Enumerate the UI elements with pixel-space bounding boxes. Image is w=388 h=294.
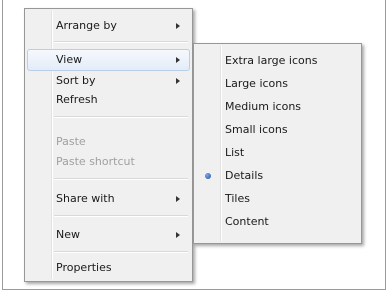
submenu-item-medium-icons[interactable]: Medium icons [196,96,359,118]
menu-separator [54,178,188,180]
menu-separator [54,41,188,43]
menu-item-share-with[interactable]: Share with [27,188,190,210]
menu-item-label: Details [225,169,264,182]
submenu-arrow-icon [176,196,180,202]
submenu-item-content[interactable]: Content [196,211,359,233]
menu-separator [54,251,188,253]
submenu-item-large-icons[interactable]: Large icons [196,73,359,95]
menu-item-label: Large icons [225,77,288,90]
context-menu: Arrange by View Sort by Refresh Paste Pa… [24,8,193,282]
menu-item-label: Properties [56,261,112,274]
menu-item-label: Content [225,215,269,228]
submenu-arrow-icon [176,78,180,84]
menu-item-label: View [56,53,83,66]
menu-item-label: List [225,146,245,159]
menu-item-label: Paste shortcut [56,155,135,168]
menu-item-label: Tiles [225,192,250,205]
menu-item-label: Refresh [56,93,98,106]
menu-separator [54,215,188,217]
menu-item-paste-shortcut[interactable]: Paste shortcut [27,151,190,173]
submenu-item-small-icons[interactable]: Small icons [196,119,359,141]
submenu-arrow-icon [176,57,180,63]
submenu-arrow-icon [176,23,180,29]
menu-item-properties[interactable]: Properties [27,257,190,279]
menu-item-refresh[interactable]: Refresh [27,89,190,111]
submenu-item-tiles[interactable]: Tiles [196,188,359,210]
radio-dot-icon [205,173,211,179]
menu-item-label: Medium icons [225,100,302,113]
menu-separator [54,116,188,118]
menu-item-label: Arrange by [56,19,117,32]
menu-item-label: Extra large icons [225,54,318,67]
submenu-item-list[interactable]: List [196,142,359,164]
submenu-item-details[interactable]: Details [196,165,359,187]
menu-item-paste[interactable]: Paste [27,131,190,153]
submenu-item-extra-large-icons[interactable]: Extra large icons [196,50,359,72]
submenu-arrow-icon [176,232,180,238]
screenshot-canvas: Arrange by View Sort by Refresh Paste Pa… [0,0,388,294]
menu-item-label: Paste [56,135,86,148]
menu-item-label: New [56,228,80,241]
menu-item-view[interactable]: View [27,49,190,71]
view-submenu: Extra large icons Large icons Medium ico… [193,43,362,244]
menu-item-arrange-by[interactable]: Arrange by [27,15,190,37]
menu-item-new[interactable]: New [27,224,190,246]
menu-item-label: Small icons [225,123,288,136]
menu-item-label: Share with [56,192,115,205]
